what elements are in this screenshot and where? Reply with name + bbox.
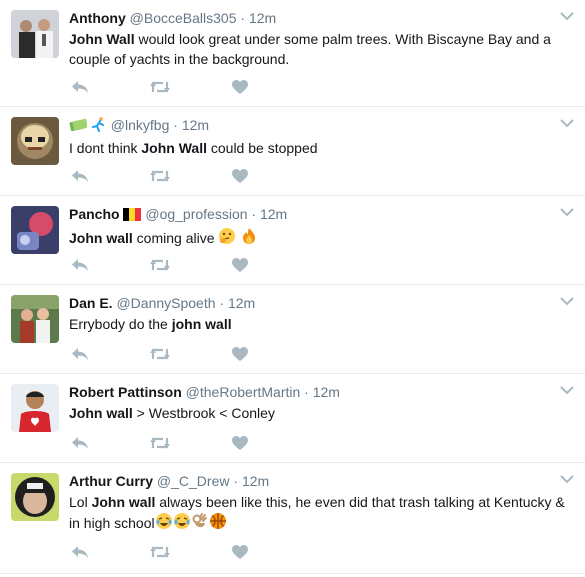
reply-icon[interactable] — [69, 344, 91, 364]
user-name[interactable]: Arthur Curry — [69, 473, 153, 489]
search-term: John Wall — [141, 140, 207, 156]
chevron-down-icon[interactable] — [559, 295, 575, 307]
chevron-down-icon[interactable] — [559, 384, 575, 396]
user-handle[interactable]: @og_profession — [145, 206, 247, 222]
fire-icon — [240, 227, 258, 250]
reply-icon[interactable] — [69, 77, 91, 97]
retweet-icon[interactable] — [149, 542, 171, 562]
retweet-icon[interactable] — [149, 344, 171, 364]
tweet-header: Anthony @BocceBalls305 · 12m — [69, 9, 565, 27]
retweet-icon[interactable] — [149, 77, 171, 97]
search-term: john wall — [171, 316, 232, 332]
search-term: John Wall — [69, 31, 135, 47]
tweet-text: Lol John wall always been like this, he … — [69, 492, 565, 535]
heart-icon[interactable] — [229, 344, 251, 364]
tears-of-joy-icon — [155, 512, 173, 535]
avatar[interactable] — [11, 206, 59, 254]
search-term: John wall — [91, 494, 156, 510]
heart-icon[interactable] — [229, 542, 251, 562]
avatar[interactable] — [11, 10, 59, 58]
reply-icon[interactable] — [69, 166, 91, 186]
user-handle[interactable]: @_C_Drew — [157, 473, 230, 489]
retweet-icon[interactable] — [149, 166, 171, 186]
ok-hand-icon — [191, 512, 209, 535]
belgium-flag-icon — [123, 207, 142, 225]
heart-icon[interactable] — [229, 433, 251, 453]
separator: · — [304, 384, 309, 400]
search-term: John wall — [69, 405, 133, 421]
timestamp[interactable]: 12m — [249, 10, 276, 26]
user-name[interactable]: Pancho — [69, 206, 120, 222]
tweet-text: Errybody do the john wall — [69, 316, 232, 332]
tweet[interactable]: Robert Pattinson @theRobertMartin · 12m … — [0, 374, 585, 463]
separator: · — [173, 117, 178, 133]
tweet[interactable]: Arthur Curry @_C_Drew · 12m Lol John wal… — [0, 463, 585, 574]
avatar[interactable] — [11, 295, 59, 343]
runner-emoji-icon — [91, 116, 107, 136]
tweet-header: @lnkyfbg · 12m — [69, 116, 565, 136]
tweet-text: John wall coming alive — [69, 227, 565, 250]
search-term: John wall — [69, 230, 133, 246]
avatar[interactable] — [11, 384, 59, 432]
separator: · — [219, 295, 225, 311]
thinking-face-icon — [218, 227, 236, 250]
basketball-icon — [209, 512, 227, 535]
timestamp[interactable]: 12m — [228, 295, 255, 311]
tears-of-joy-icon — [173, 512, 191, 535]
tweet-text: John Wall would look great under some pa… — [69, 31, 551, 67]
user-handle[interactable]: @DannySpoeth — [116, 295, 215, 311]
tweet[interactable]: Anthony @BocceBalls305 · 12m John Wall w… — [0, 0, 585, 107]
user-handle[interactable]: @BocceBalls305 — [130, 10, 237, 26]
timestamp[interactable]: 12m — [313, 384, 340, 400]
timestamp[interactable]: 12m — [182, 117, 209, 133]
heart-icon[interactable] — [229, 166, 251, 186]
chevron-down-icon[interactable] — [559, 473, 575, 485]
chevron-down-icon[interactable] — [559, 117, 575, 129]
money-emoji-icon — [69, 118, 88, 136]
user-name[interactable]: Dan E. — [69, 295, 113, 311]
heart-icon[interactable] — [229, 77, 251, 97]
tweet-header: Arthur Curry @_C_Drew · 12m — [69, 472, 565, 490]
timestamp[interactable]: 12m — [242, 473, 269, 489]
chevron-down-icon[interactable] — [559, 206, 575, 218]
tweet-text: John wall > Westbrook < Conley — [69, 405, 275, 421]
separator: · — [240, 10, 246, 26]
heart-icon[interactable] — [229, 255, 251, 275]
timestamp[interactable]: 12m — [260, 206, 287, 222]
reply-icon[interactable] — [69, 433, 91, 453]
tweet-feed: Anthony @BocceBalls305 · 12m John Wall w… — [0, 0, 585, 574]
user-handle[interactable]: @lnkyfbg — [111, 117, 170, 133]
retweet-icon[interactable] — [149, 255, 171, 275]
avatar[interactable] — [11, 473, 59, 521]
tweet[interactable]: @lnkyfbg · 12m I dont think John Wall co… — [0, 107, 585, 196]
user-handle[interactable]: @theRobertMartin — [186, 384, 301, 400]
user-name[interactable]: Anthony — [69, 10, 126, 26]
tweet-header: Pancho @og_profession · 12m — [69, 205, 565, 225]
tweet-header: Dan E. @DannySpoeth · 12m — [69, 294, 565, 312]
tweet[interactable]: Pancho @og_profession · 12m John wall co… — [0, 196, 585, 285]
chevron-down-icon[interactable] — [559, 10, 575, 22]
reply-icon[interactable] — [69, 542, 91, 562]
tweet-text: I dont think John Wall could be stopped — [69, 140, 318, 156]
retweet-icon[interactable] — [149, 433, 171, 453]
reply-icon[interactable] — [69, 255, 91, 275]
separator: · — [233, 473, 239, 489]
user-name[interactable]: Robert Pattinson — [69, 384, 182, 400]
separator: · — [251, 206, 257, 222]
tweet-header: Robert Pattinson @theRobertMartin · 12m — [69, 383, 565, 401]
avatar[interactable] — [11, 117, 59, 165]
tweet[interactable]: Dan E. @DannySpoeth · 12m Errybody do th… — [0, 285, 585, 374]
